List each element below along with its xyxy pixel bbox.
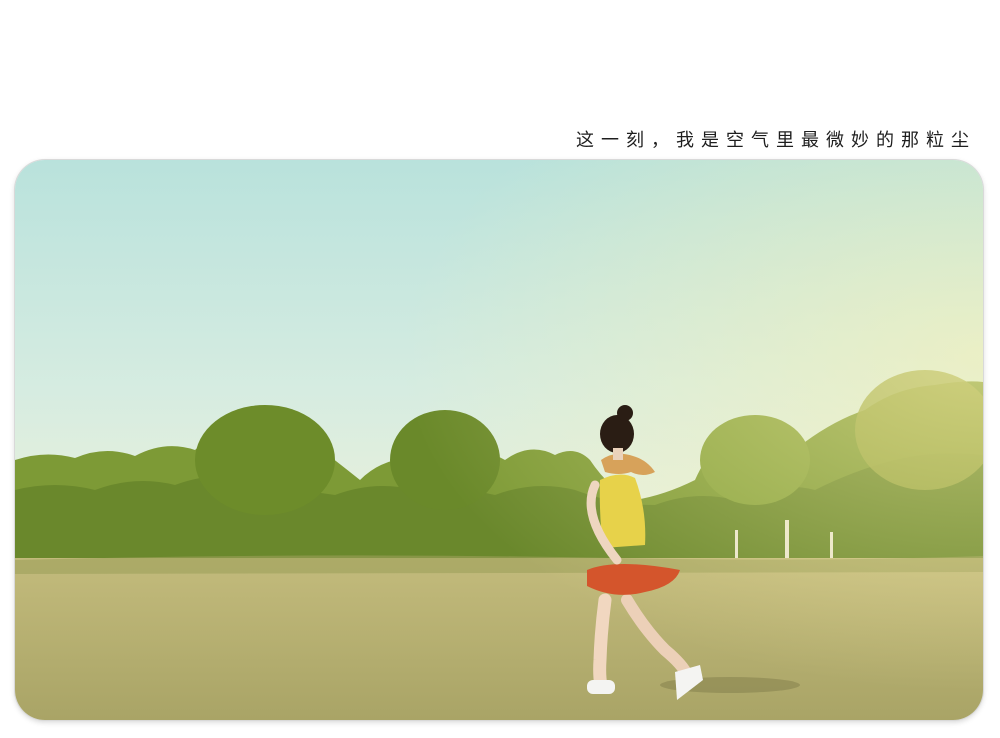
photo-frame: [15, 160, 983, 720]
photo-caption: 这一刻，我是空气里最微妙的那粒尘: [576, 130, 976, 151]
park-photo: [15, 160, 983, 720]
